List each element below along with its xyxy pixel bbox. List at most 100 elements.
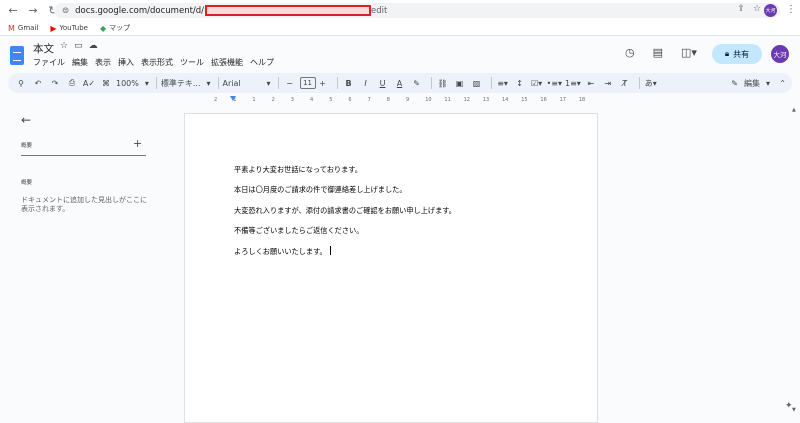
ruler[interactable]: 2 1 1 2 3 4 5 6 7 8 9 10 11 12 13 14 15 16 17 18 — [184, 96, 598, 105]
document-page[interactable]: 平素より大変お世話になっております。 本日は〇月度のご請求の件で御連絡差し上げま… — [184, 113, 598, 423]
add-summary-icon[interactable]: + — [133, 137, 142, 150]
body-paragraph[interactable]: 大変恐れ入りますが、添付の請求書のご確認をお願い申し上げます。 — [234, 206, 456, 216]
spellcheck-icon[interactable]: A✓ — [82, 75, 96, 91]
print-icon[interactable]: ⎙ — [65, 75, 79, 91]
align-icon[interactable]: ≡▾ — [496, 75, 510, 91]
link-icon[interactable]: ⛓ — [436, 75, 450, 91]
bookmark-label: YouTube — [59, 24, 88, 32]
highlight-icon[interactable]: ✎ — [410, 75, 424, 91]
menu-help[interactable]: ヘルプ — [250, 57, 274, 68]
share-button[interactable]: 🔒︎ 共有 — [712, 44, 762, 64]
font-select[interactable]: Arial ▾ — [223, 75, 271, 91]
menu-edit[interactable]: 編集 — [72, 57, 88, 68]
font-size-decrease-icon[interactable]: − — [283, 75, 297, 91]
chevron-down-icon: ▾ — [765, 78, 770, 88]
ruler-number: 8 — [386, 97, 390, 103]
menu-tools[interactable]: ツール — [180, 57, 204, 68]
chevron-down-icon: ▾ — [144, 78, 149, 88]
meet-icon[interactable]: ◫▾ — [681, 46, 697, 59]
explore-icon[interactable]: ✦ — [785, 401, 793, 411]
divider — [490, 77, 492, 89]
comments-icon[interactable]: ▤ — [653, 46, 663, 59]
scroll-up-icon[interactable]: ▲ — [792, 107, 796, 113]
ruler-number: 12 — [463, 97, 470, 103]
account-avatar[interactable]: 大河 — [771, 45, 789, 63]
decrease-indent-icon[interactable]: ⇤ — [584, 75, 598, 91]
style-select[interactable]: 標準テキ... ▾ — [161, 75, 211, 91]
document-outline-panel: ← 概要 + 概要 ドキュメントに追加した見出しがここに表示されます。 — [0, 105, 160, 415]
menu-extensions[interactable]: 拡張機能 — [211, 57, 243, 68]
paint-format-icon[interactable]: ⌘ — [99, 75, 113, 91]
menu-file[interactable]: ファイル — [33, 57, 65, 68]
increase-indent-icon[interactable]: ⇥ — [601, 75, 615, 91]
bookmark-maps[interactable]: ◆ マップ — [100, 23, 130, 33]
search-menus-icon[interactable]: ⚲ — [14, 75, 28, 91]
redo-icon[interactable]: ↷ — [48, 75, 62, 91]
ruler-number: 10 — [425, 97, 432, 103]
body-paragraph[interactable]: 不備等ございましたらご返信ください。 — [234, 226, 363, 236]
site-info-icon[interactable]: ⊜ — [62, 6, 69, 16]
docs-logo-icon[interactable] — [10, 46, 24, 65]
star-icon[interactable]: ☆ — [60, 41, 68, 51]
body-paragraph[interactable]: 平素より大変お世話になっております。 — [234, 165, 362, 175]
browser-toolbar: ← → ↻ ⊜ docs.google.com/document/d/ edit… — [0, 0, 800, 21]
ruler-number: 5 — [329, 97, 333, 103]
add-comment-icon[interactable]: ▣ — [453, 75, 467, 91]
outline-hint: ドキュメントに追加した見出しがここに表示されます。 — [21, 196, 147, 213]
maps-icon: ◆ — [99, 23, 107, 33]
checklist-icon[interactable]: ☑▾ — [530, 75, 544, 91]
input-tools-icon[interactable]: あ▾ — [644, 75, 658, 91]
menu-format[interactable]: 表示形式 — [141, 57, 173, 68]
undo-icon[interactable]: ↶ — [31, 75, 45, 91]
divider — [336, 77, 338, 89]
numbered-list-icon[interactable]: 1≡▾ — [565, 75, 581, 91]
close-outline-icon[interactable]: ← — [21, 113, 31, 127]
forward-icon[interactable]: → — [26, 4, 40, 18]
font-size-input[interactable]: 11 — [299, 77, 316, 89]
gmail-icon: M — [8, 23, 15, 33]
hide-menus-icon[interactable]: ⌃ — [779, 79, 786, 88]
scrollbar[interactable]: ▲ ▼ — [790, 105, 800, 415]
bulleted-list-icon[interactable]: •≡▾ — [547, 75, 562, 91]
style-value: 標準テキ... — [160, 78, 201, 88]
zoom-select[interactable]: 100% ▾ — [116, 75, 149, 91]
bookmark-gmail[interactable]: M Gmail — [8, 24, 38, 33]
ruler-number: 11 — [444, 97, 451, 103]
share-page-icon[interactable]: ⇪ — [737, 4, 745, 14]
divider — [277, 77, 279, 89]
address-bar[interactable]: ⊜ docs.google.com/document/d/ edit ⇪ ☆ ▮ — [54, 3, 780, 18]
clear-formatting-icon[interactable]: T̸ — [618, 75, 632, 91]
menu-view[interactable]: 表示 — [95, 57, 111, 68]
bookmark-label: マップ — [109, 24, 131, 32]
profile-avatar[interactable]: 大河 — [764, 4, 777, 17]
pencil-icon: ✎ — [731, 78, 738, 88]
italic-icon[interactable]: I — [359, 75, 373, 91]
url-suffix: edit — [371, 5, 388, 16]
body-paragraph[interactable]: 本日は〇月度のご請求の件で御連絡差し上げました。 — [234, 185, 407, 195]
divider — [155, 77, 157, 89]
document-title[interactable]: 本文 — [33, 41, 54, 56]
underline-icon[interactable]: U — [376, 75, 390, 91]
insert-image-icon[interactable]: ▨ — [470, 75, 484, 91]
ruler-number: 4 — [310, 97, 314, 103]
back-icon[interactable]: ← — [6, 4, 20, 18]
editing-mode-select[interactable]: ✎ 編集 ▾ — [731, 78, 770, 89]
menu-bar: ファイル 編集 表示 挿入 表示形式 ツール 拡張機能 ヘルプ — [33, 57, 274, 68]
bookmark-star-icon[interactable]: ☆ — [753, 4, 761, 14]
text-color-icon[interactable]: A — [393, 75, 407, 91]
version-history-icon[interactable]: ◷ — [625, 46, 635, 59]
font-size-increase-icon[interactable]: + — [316, 75, 330, 91]
ruler-number: 7 — [367, 97, 371, 103]
ruler-number: 2 — [271, 97, 275, 103]
bold-icon[interactable]: B — [342, 75, 356, 91]
browser-menu-icon[interactable]: ⋮ — [786, 4, 796, 15]
ruler-number: 3 — [290, 97, 294, 103]
line-spacing-icon[interactable]: ↕ — [513, 75, 527, 91]
menu-insert[interactable]: 挿入 — [118, 57, 134, 68]
share-label: 共有 — [733, 49, 750, 59]
bookmark-youtube[interactable]: ▶ YouTube — [50, 24, 88, 33]
divider — [638, 77, 640, 89]
move-folder-icon[interactable]: ▭ — [74, 41, 83, 51]
body-paragraph-last[interactable]: よろしくお願いいたします。 — [234, 246, 331, 257]
cloud-status-icon[interactable]: ☁ — [89, 41, 98, 51]
